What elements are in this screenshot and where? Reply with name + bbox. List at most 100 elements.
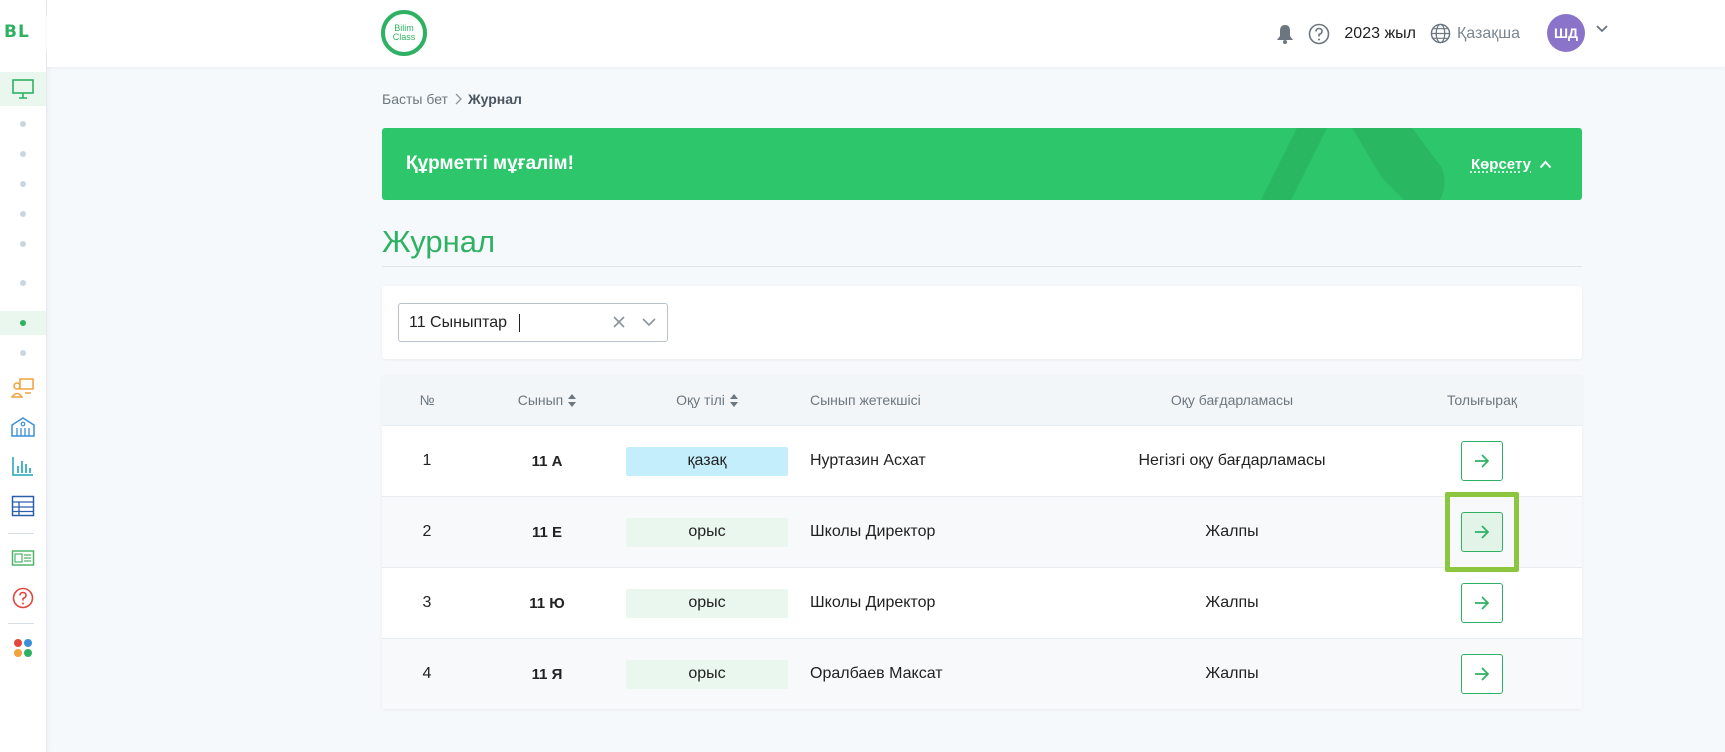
table-row: 1 11 А қазақ Нуртазин Асхат Негізгі оқу … [382, 425, 1582, 496]
arrow-right-icon [1475, 525, 1490, 539]
monitor-icon [12, 79, 34, 99]
language-selector[interactable]: Қазақша [1430, 23, 1520, 44]
row-details-cell [1382, 583, 1582, 623]
sidebar-item-analytics[interactable] [0, 453, 46, 479]
row-class: 11 Ю [529, 594, 565, 612]
header-program: Оқу бағдарламасы [1170, 392, 1294, 408]
header-language[interactable]: Оқу тілі [622, 392, 792, 408]
sidebar-logo: BL [4, 22, 30, 42]
chevron-right-icon [455, 93, 462, 105]
open-journal-button[interactable] [1461, 583, 1503, 623]
row-language-cell: орыс [622, 517, 792, 547]
open-journal-button[interactable] [1461, 654, 1503, 694]
top-header: Bilim Class 2023 жыл Қазақша ШД [47, 0, 1725, 67]
arrow-right-icon [1475, 454, 1490, 468]
sidebar-item-dashboard[interactable] [0, 72, 46, 106]
class-group-value: 11 Сыныптар [409, 313, 508, 331]
arrow-right-icon [1475, 667, 1490, 681]
row-number: 2 [422, 523, 432, 540]
row-number: 1 [422, 452, 432, 469]
sidebar-divider [8, 623, 34, 624]
row-language-cell: орыс [622, 659, 792, 689]
arrow-right-icon [1475, 596, 1490, 610]
header-class[interactable]: Сынып [472, 392, 622, 408]
dot-icon [20, 121, 26, 127]
chevron-down-icon[interactable] [1595, 24, 1609, 34]
sidebar-item-help[interactable] [0, 586, 46, 610]
filter-card: 11 Сыныптар [382, 286, 1582, 359]
sort-icon [729, 393, 738, 407]
header-actions: 2023 жыл Қазақша [1276, 0, 1520, 67]
sidebar-item-school[interactable] [0, 414, 46, 440]
dot-icon [20, 241, 26, 247]
dot-icon [20, 211, 26, 217]
sidebar-subitem[interactable] [0, 178, 46, 190]
help-icon [12, 587, 34, 609]
sidebar-subitem[interactable] [0, 148, 46, 160]
brand-logo-line2: Class [392, 32, 416, 42]
banner-toggle-button[interactable]: Көрсету [1471, 156, 1552, 173]
globe-icon [1430, 23, 1451, 44]
row-details-cell [1382, 654, 1582, 694]
row-details-cell [1382, 441, 1582, 481]
clear-icon[interactable] [611, 314, 627, 330]
row-class: 11 А [531, 452, 563, 470]
sidebar-subitem[interactable] [0, 118, 46, 130]
row-teacher: Школы Директор [810, 523, 936, 540]
sidebar-item-teacher[interactable] [0, 375, 46, 401]
breadcrumb: Басты бет Журнал [382, 90, 1582, 108]
row-program: Жалпы [1205, 523, 1259, 540]
row-language-cell: орыс [622, 588, 792, 618]
brand-logo[interactable]: Bilim Class [381, 10, 427, 56]
language-badge: орыс [626, 517, 788, 547]
header-number: № [419, 392, 435, 408]
chevron-down-icon[interactable] [640, 314, 658, 330]
language-label: Қазақша [1456, 24, 1520, 42]
sidebar-subitem[interactable] [0, 347, 46, 359]
school-building-icon [11, 417, 35, 437]
sidebar-item-apps[interactable] [0, 636, 46, 660]
sidebar-item-reports[interactable] [0, 546, 46, 570]
breadcrumb-home[interactable]: Басты бет [382, 91, 448, 107]
sidebar: BL [0, 0, 72, 752]
row-program: Жалпы [1205, 665, 1259, 682]
help-circle-icon[interactable] [1308, 23, 1330, 45]
row-teacher: Школы Директор [810, 594, 936, 611]
open-journal-button[interactable] [1461, 441, 1503, 481]
class-group-select[interactable]: 11 Сыныптар [398, 303, 668, 342]
academic-year-selector[interactable]: 2023 жыл [1344, 25, 1416, 43]
sidebar-subitem-journal[interactable] [0, 311, 46, 335]
bar-chart-icon [12, 457, 33, 476]
sidebar-subitem[interactable] [0, 238, 46, 250]
row-class: 11 Е [531, 523, 563, 541]
breadcrumb-current: Журнал [467, 91, 522, 107]
dot-icon [20, 181, 26, 187]
row-details-cell [1382, 492, 1582, 572]
bell-icon[interactable] [1276, 24, 1294, 44]
sidebar-item-tables[interactable] [0, 493, 46, 519]
header-language-label: Оқу тілі [676, 392, 725, 408]
banner-title: Құрметті мұғалім! [406, 153, 574, 174]
text-cursor [519, 313, 521, 332]
sidebar-subitem[interactable] [0, 208, 46, 220]
sort-icon [568, 393, 577, 407]
dot-icon [20, 280, 26, 286]
user-avatar[interactable]: ШД [1547, 14, 1585, 52]
banner-toggle-label: Көрсету [1470, 155, 1531, 173]
table-row: 3 11 Ю орыс Школы Директор Жалпы [382, 567, 1582, 638]
row-program: Негізгі оқу бағдарламасы [1138, 452, 1326, 469]
header-teacher: Сынып жетекшісі [810, 392, 921, 408]
dot-icon [20, 350, 26, 356]
teacher-board-icon [11, 378, 34, 398]
header-details: Толығырақ [1446, 392, 1518, 408]
report-card-icon [11, 550, 35, 566]
open-journal-button[interactable] [1461, 512, 1503, 552]
dot-icon [20, 151, 26, 157]
language-badge: қазақ [626, 446, 788, 476]
dot-icon [20, 320, 26, 326]
language-badge: орыс [626, 588, 788, 618]
sidebar-subitem[interactable] [0, 277, 46, 289]
table-row: 4 11 Я орыс Оралбаев Максат Жалпы [382, 638, 1582, 709]
row-teacher: Нуртазин Асхат [810, 452, 926, 469]
apps-grid-icon [14, 639, 32, 657]
